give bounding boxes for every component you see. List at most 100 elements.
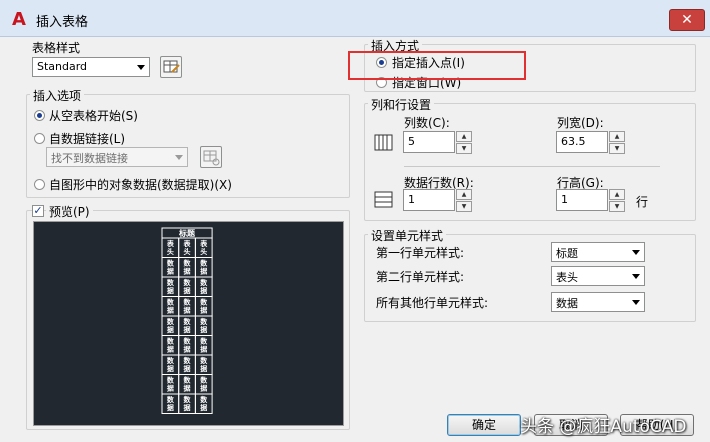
row-height-spinner[interactable]: ▲ ▼ [609,189,625,212]
second-row-style-select[interactable]: 表头 [551,266,645,286]
preview-title-text: 标题 [178,228,196,238]
preview-cell-text: 据 [184,403,191,412]
preview-cell-text: 数 [184,259,192,268]
columns-spinner[interactable]: ▲ ▼ [456,131,472,154]
preview-cell-text: 据 [200,403,207,412]
preview-cell-text: 据 [200,306,207,315]
radio-data-link[interactable] [34,133,45,144]
preview-cell-text: 据 [200,364,207,373]
preview-cell-text: 数 [200,376,208,385]
preview-cell-text: 据 [167,403,174,412]
table-style-dialog-button[interactable] [160,56,182,78]
first-row-style-select[interactable]: 标题 [551,242,645,262]
radio-empty-table-label: 从空表格开始(S) [49,109,138,123]
preview-cell-text: 据 [167,345,174,354]
insert-options-legend: 插入选项 [30,87,85,104]
preview-cell-text: 据 [184,345,191,354]
other-rows-style-value: 数据 [556,297,578,310]
preview-cell-text: 数 [167,278,175,287]
radio-object-data-label: 自图形中的对象数据(数据提取)(X) [49,178,232,192]
preview-cell-text: 据 [184,384,191,393]
window-title: 插入表格 [36,15,89,30]
table-style-edit-icon [163,60,180,73]
preview-cell-text: 数 [167,298,175,307]
close-button[interactable]: ✕ [669,9,705,31]
preview-cell-text: 数 [167,395,175,404]
preview-cell-text: 数 [184,376,192,385]
preview-cell-text: 据 [167,306,174,315]
table-style-select[interactable]: Standard [32,57,150,77]
preview-cell-text: 数 [167,259,175,268]
preview-cell-text: 据 [184,286,191,295]
preview-cell-text: 表 [166,239,175,248]
data-link-icon [203,150,220,166]
preview-cell-text: 据 [200,345,207,354]
data-rows-input[interactable]: 1 [403,189,455,211]
preview-cell-text: 据 [167,364,174,373]
data-rows-spinner[interactable]: ▲ ▼ [456,189,472,212]
column-width-label: 列宽(D): [557,116,604,130]
preview-cell-text: 数 [200,317,208,326]
preview-cell-text: 据 [167,267,174,276]
preview-cell-text: 据 [167,384,174,393]
preview-cell-text: 据 [167,325,174,334]
preview-cell-text: 头 [200,247,207,256]
data-link-select[interactable]: 找不到数据链接 [46,147,188,167]
highlight-annotation-box [348,51,526,80]
cell-styles-legend: 设置单元样式 [368,227,447,244]
preview-cell-text: 据 [184,306,191,315]
column-width-spinner[interactable]: ▲ ▼ [609,131,625,154]
preview-cell-text: 数 [184,278,192,287]
column-width-input[interactable]: 63.5 [556,131,608,153]
radio-object-data[interactable] [34,179,45,190]
preview-cell-text: 数 [200,278,208,287]
second-row-style-label: 第二行单元样式: [376,270,465,284]
row-height-input[interactable]: 1 [556,189,608,211]
preview-cell-text: 数 [167,317,175,326]
preview-cell-text: 数 [200,337,208,346]
data-link-manager-button[interactable] [200,146,222,168]
preview-cell-text: 表 [199,239,208,248]
watermark-text: 头条 @疯狂AutoCAD [520,417,687,437]
preview-cell-text: 数 [200,356,208,365]
preview-cell-text: 数 [184,298,192,307]
preview-cell-text: 据 [184,364,191,373]
rows-columns-legend: 列和行设置 [368,96,435,113]
preview-cell-text: 据 [200,384,207,393]
preview-cell-text: 据 [200,267,207,276]
columns-icon [374,134,393,151]
preview-cell-text: 数 [184,356,192,365]
preview-cell-text: 数 [184,317,192,326]
preview-cell-text: 数 [167,376,175,385]
autocad-logo-icon: A [12,9,26,30]
chevron-down-icon [632,300,640,305]
preview-cell-text: 数 [200,298,208,307]
preview-cell-text: 数 [200,259,208,268]
preview-checkbox[interactable]: ✓ [32,205,44,217]
preview-cell-text: 头 [167,247,174,256]
data-link-value: 找不到数据链接 [51,152,128,165]
preview-cell-text: 数 [167,356,175,365]
ok-button[interactable]: 确定 [447,414,521,436]
rows-icon [374,191,393,208]
preview-cell-text: 头 [184,247,191,256]
other-rows-style-select[interactable]: 数据 [551,292,645,312]
radio-data-link-label: 自数据链接(L) [49,132,126,146]
preview-table-drawing: 标题表头表头表头数据数据数据数据数据数据数据数据数据数据数据数据数据数据数据数据… [161,227,213,414]
preview-cell-text: 数 [167,337,175,346]
title-bar: A 插入表格 ✕ [0,0,710,37]
table-style-value: Standard [37,60,88,73]
preview-cell-text: 数 [200,395,208,404]
preview-cell-text: 据 [167,286,174,295]
columns-input[interactable]: 5 [403,131,455,153]
divider [404,166,660,167]
radio-empty-table[interactable] [34,110,45,121]
preview-canvas: 标题表头表头表头数据数据数据数据数据数据数据数据数据数据数据数据数据数据数据数据… [33,221,344,426]
preview-cell-text: 数 [184,395,192,404]
preview-cell-text: 据 [200,325,207,334]
other-rows-style-label: 所有其他行单元样式: [376,296,489,310]
preview-label: 预览(P) [46,203,93,220]
columns-label: 列数(C): [404,116,450,130]
row-unit-label: 行 [636,195,649,209]
second-row-style-value: 表头 [556,271,578,284]
